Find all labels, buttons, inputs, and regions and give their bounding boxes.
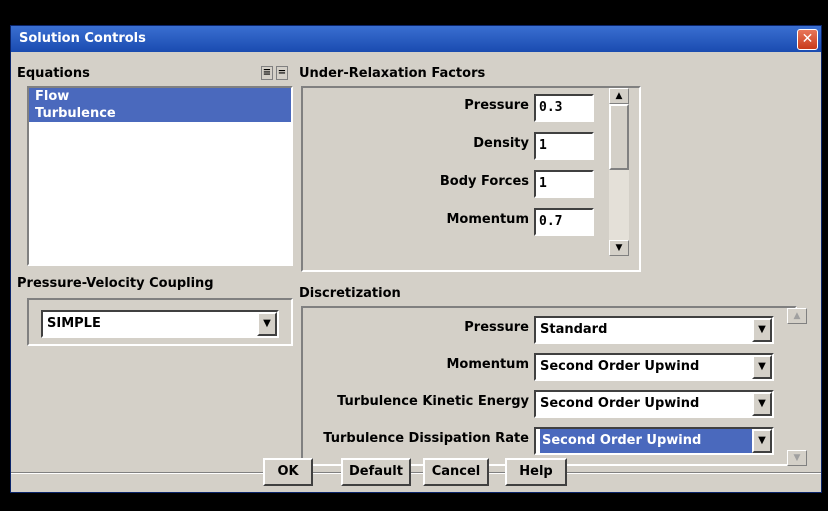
equations-label: Equations [17,66,90,81]
disc-pressure-value: Standard [540,322,608,337]
discretization-label: Discretization [299,286,401,301]
urf-body-forces-input[interactable]: 1 [534,170,594,198]
disc-momentum-label: Momentum [446,357,529,372]
separator [11,472,821,474]
scroll-down-icon[interactable]: ▼ [609,240,629,256]
disc-tke-select[interactable]: Second Order Upwind ▼ [534,390,774,418]
urf-density-input[interactable]: 1 [534,132,594,160]
chevron-down-icon[interactable]: ▼ [752,355,772,379]
chevron-down-icon[interactable]: ▼ [752,392,772,416]
disc-tke-value: Second Order Upwind [540,396,700,411]
disc-momentum-value: Second Order Upwind [540,359,700,374]
help-button[interactable]: Help [505,458,567,486]
urf-pressure-input[interactable]: 0.3 [534,94,594,122]
disc-tke-label: Turbulence Kinetic Energy [337,394,529,409]
solution-controls-window: Solution Controls ✕ Equations ≡ = Flow T… [10,25,822,493]
urf-pressure-label: Pressure [464,98,529,113]
disc-pressure-select[interactable]: Standard ▼ [534,316,774,344]
coupling-label: Pressure-Velocity Coupling [17,276,214,291]
chevron-down-icon[interactable]: ▼ [752,429,772,453]
coupling-value: SIMPLE [47,316,101,331]
disc-pressure-label: Pressure [464,320,529,335]
disc-momentum-select[interactable]: Second Order Upwind ▼ [534,353,774,381]
scroll-up-icon[interactable]: ▲ [787,308,807,324]
discretization-scrollbar[interactable]: ▲ ▼ [787,308,807,466]
scroll-down-icon[interactable]: ▼ [787,450,807,466]
dialog-body: Equations ≡ = Flow Turbulence Pressure-V… [11,52,821,492]
coupling-select[interactable]: SIMPLE ▼ [41,310,279,338]
equation-item-turbulence[interactable]: Turbulence [29,105,291,122]
chevron-down-icon[interactable]: ▼ [752,318,772,342]
equations-list[interactable]: Flow Turbulence [27,86,293,266]
ok-button[interactable]: OK [263,458,313,486]
disc-tdr-select[interactable]: Second Order Upwind ▼ [534,427,774,455]
urf-scrollbar[interactable]: ▲ ▼ [609,88,629,256]
deselect-all-icon[interactable]: = [276,66,288,80]
chevron-down-icon[interactable]: ▼ [257,312,277,336]
close-icon[interactable]: ✕ [797,29,818,50]
equation-item-flow[interactable]: Flow [29,88,291,105]
scroll-up-icon[interactable]: ▲ [609,88,629,104]
select-all-icon[interactable]: ≡ [261,66,273,80]
title-bar[interactable]: Solution Controls ✕ [11,26,821,52]
urf-momentum-label: Momentum [446,212,529,227]
disc-tdr-value: Second Order Upwind [540,429,752,453]
urf-density-label: Density [473,136,529,151]
cancel-button[interactable]: Cancel [423,458,489,486]
urf-body-forces-label: Body Forces [439,174,529,189]
urf-momentum-input[interactable]: 0.7 [534,208,594,236]
disc-tdr-label: Turbulence Dissipation Rate [323,431,529,446]
urf-scroll-thumb[interactable] [609,104,629,170]
default-button[interactable]: Default [341,458,411,486]
window-title: Solution Controls [19,31,146,46]
urf-label: Under-Relaxation Factors [299,66,486,81]
